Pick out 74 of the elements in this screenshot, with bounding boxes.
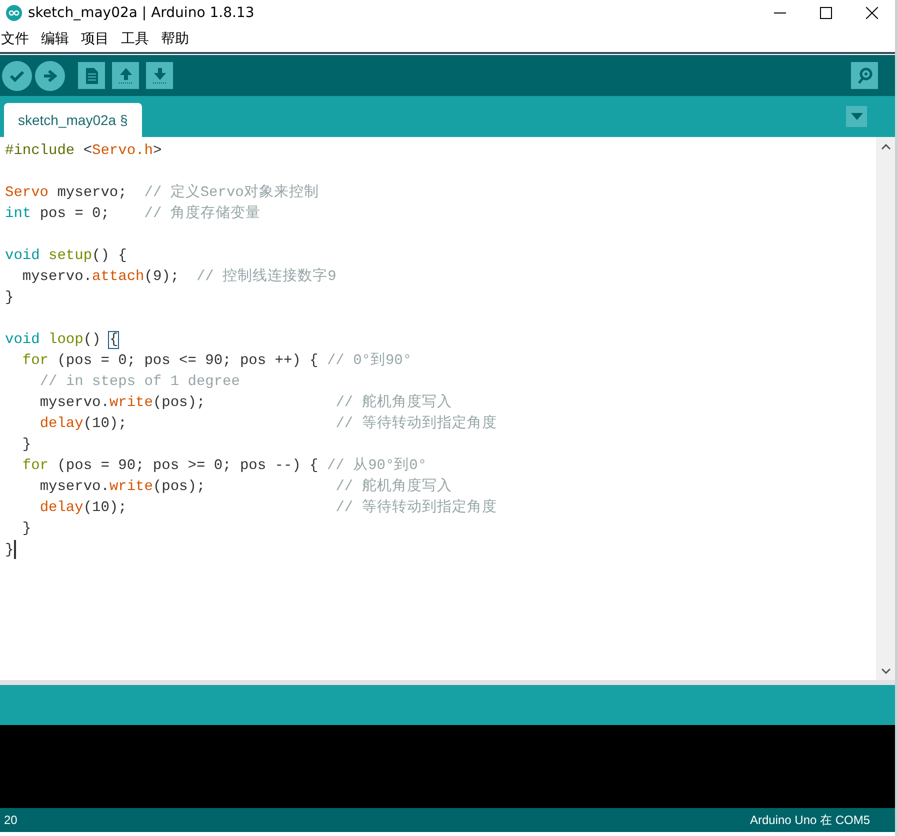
code-text: (pos = 90; pos >= 0; pos --) { [57, 458, 318, 474]
scrollbar[interactable] [876, 137, 895, 680]
serial-monitor-button[interactable] [851, 62, 878, 89]
code-function: write [109, 395, 153, 411]
menu-item[interactable]: 编辑 [40, 30, 70, 48]
code-keyword: for [22, 458, 49, 474]
menu-item[interactable]: 帮助 [160, 30, 190, 48]
code-text: myservo. [22, 269, 92, 285]
code-text: > [152, 143, 162, 159]
code-text: (pos); [152, 395, 206, 411]
close-icon [866, 7, 878, 19]
code-keyword: loop [48, 332, 84, 348]
new-file-button[interactable] [78, 62, 105, 89]
code-function: write [109, 479, 153, 495]
matched-bracket: { [109, 332, 118, 348]
code-comment: // 等待转动到指定角度 [336, 500, 497, 516]
chevron-down-icon [880, 668, 890, 674]
code-type: Servo.h [92, 143, 153, 159]
code-text: (10); [83, 416, 127, 432]
tab-menu-button[interactable] [846, 106, 867, 127]
verify-button[interactable] [2, 60, 32, 90]
code-comment: // 从90°到0° [326, 458, 427, 474]
code-directive: #include [5, 143, 75, 159]
open-button[interactable] [112, 62, 139, 89]
code-text: } [5, 290, 14, 306]
code-comment: // 定义Servo对象来控制 [144, 185, 319, 201]
code-comment: // 0°到90° [326, 353, 412, 369]
checkmark-icon [9, 70, 25, 82]
code-text: myservo. [40, 395, 110, 411]
code-text: () [83, 332, 101, 348]
code-keyword: int [5, 206, 32, 222]
code-text: < [83, 143, 92, 159]
code-text: pos = 0; [40, 206, 110, 222]
code-text: (9); [144, 269, 180, 285]
code-keyword: setup [48, 248, 92, 264]
app-logo-icon [6, 5, 22, 21]
code-function: delay [40, 416, 84, 432]
code-text: } [22, 521, 32, 537]
code-text: } [22, 437, 32, 453]
code-text: myservo. [40, 479, 110, 495]
code-text: () { [92, 248, 127, 264]
code-comment: // in steps of 1 degree [40, 374, 240, 390]
chevron-up-icon [880, 144, 890, 150]
code-function: delay [40, 500, 84, 516]
code-comment: // 舵机角度写入 [336, 479, 452, 495]
document-icon [84, 66, 98, 84]
editor-tab[interactable]: sketch_may02a § [4, 103, 142, 137]
menu-item[interactable]: 文件 [0, 30, 30, 48]
upload-arrow-icon [118, 66, 134, 84]
menu-item[interactable]: 工具 [120, 30, 150, 48]
code-comment: // 角度存储变量 [144, 206, 260, 222]
line-number: 20 [4, 813, 18, 827]
save-button[interactable] [146, 62, 173, 89]
code-comment: // 控制线连接数字9 [196, 269, 336, 285]
code-comment: // 等待转动到指定角度 [336, 416, 497, 432]
code-comment: // 舵机角度写入 [336, 395, 452, 411]
code-type: Servo [5, 185, 49, 201]
caret-down-icon [850, 113, 862, 120]
menu-item[interactable]: 项目 [80, 30, 110, 48]
code-keyword: void [5, 332, 40, 348]
board-port-label: Arduino Uno 在 COM5 [750, 812, 870, 828]
upload-button[interactable] [35, 60, 65, 90]
window-title: sketch_may02a | Arduino 1.8.13 [28, 5, 256, 21]
code-text: (pos); [152, 479, 206, 495]
download-arrow-icon [152, 66, 168, 84]
maximize-icon [820, 7, 832, 19]
code-text: } [5, 542, 14, 558]
code-function: attach [92, 269, 144, 285]
arrow-right-icon [43, 68, 57, 82]
code-text: (pos = 0; pos <= 90; pos ++) { [57, 353, 318, 369]
code-keyword: for [22, 353, 49, 369]
code-text: myservo; [57, 185, 127, 201]
code-keyword: void [5, 248, 40, 264]
code-text: (10); [83, 500, 127, 516]
